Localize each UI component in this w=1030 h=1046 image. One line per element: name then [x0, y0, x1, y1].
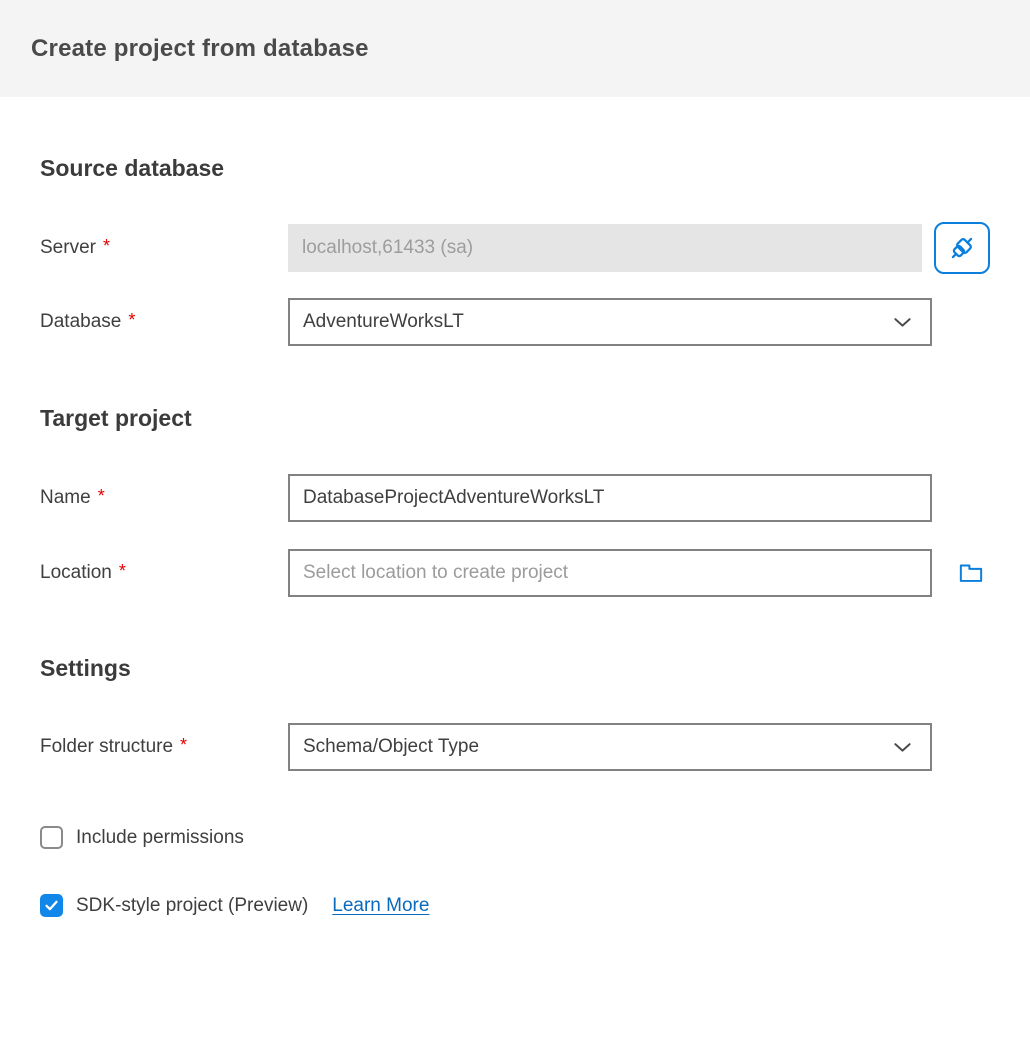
- location-input[interactable]: [288, 549, 932, 597]
- project-name-row: Name *: [40, 474, 990, 522]
- browse-location-button[interactable]: [957, 559, 985, 587]
- required-asterisk: *: [98, 486, 105, 506]
- folder-structure-dropdown-value: Schema/Object Type: [303, 736, 479, 758]
- include-permissions-label[interactable]: Include permissions: [76, 827, 244, 849]
- server-label-text: Server: [40, 237, 96, 258]
- database-row: Database * AdventureWorksLT: [40, 298, 990, 346]
- sdk-style-project-label[interactable]: SDK-style project (Preview): [76, 895, 308, 917]
- location-label: Location *: [40, 562, 288, 584]
- database-label: Database *: [40, 311, 288, 333]
- required-asterisk: *: [128, 310, 135, 330]
- checkmark-icon: [43, 897, 60, 914]
- section-title-settings: Settings: [40, 655, 990, 682]
- select-connection-button[interactable]: [934, 222, 990, 274]
- database-dropdown[interactable]: AdventureWorksLT: [288, 298, 932, 346]
- required-asterisk: *: [180, 735, 187, 755]
- plug-icon: [946, 232, 978, 264]
- name-label-text: Name: [40, 487, 91, 508]
- database-dropdown-value: AdventureWorksLT: [303, 311, 464, 333]
- name-label: Name *: [40, 487, 288, 509]
- include-permissions-row: Include permissions: [40, 826, 990, 849]
- dialog-body: Source database Server * Database *: [0, 155, 1030, 917]
- location-label-text: Location: [40, 562, 112, 583]
- server-input: [288, 224, 922, 272]
- learn-more-link[interactable]: Learn More: [332, 895, 429, 917]
- sdk-style-project-checkbox[interactable]: [40, 894, 63, 917]
- folder-structure-label-text: Folder structure: [40, 736, 173, 757]
- create-project-from-database-dialog: Create project from database Source data…: [0, 0, 1030, 917]
- required-asterisk: *: [119, 561, 126, 581]
- required-asterisk: *: [103, 236, 110, 256]
- location-row: Location *: [40, 549, 990, 597]
- project-name-input[interactable]: [288, 474, 932, 522]
- section-title-source-database: Source database: [40, 155, 990, 182]
- folder-structure-row: Folder structure * Schema/Object Type: [40, 723, 990, 771]
- dialog-header: Create project from database: [0, 0, 1030, 97]
- folder-structure-label: Folder structure *: [40, 736, 288, 758]
- server-label: Server *: [40, 237, 288, 259]
- section-title-target-project: Target project: [40, 405, 990, 432]
- chevron-down-icon: [891, 311, 914, 334]
- chevron-down-icon: [891, 736, 914, 759]
- folder-icon: [957, 559, 985, 587]
- page-title: Create project from database: [31, 35, 369, 63]
- folder-structure-dropdown[interactable]: Schema/Object Type: [288, 723, 932, 771]
- include-permissions-checkbox[interactable]: [40, 826, 63, 849]
- database-label-text: Database: [40, 311, 121, 332]
- server-row: Server *: [40, 222, 990, 274]
- sdk-style-project-row: SDK-style project (Preview) Learn More: [40, 894, 990, 917]
